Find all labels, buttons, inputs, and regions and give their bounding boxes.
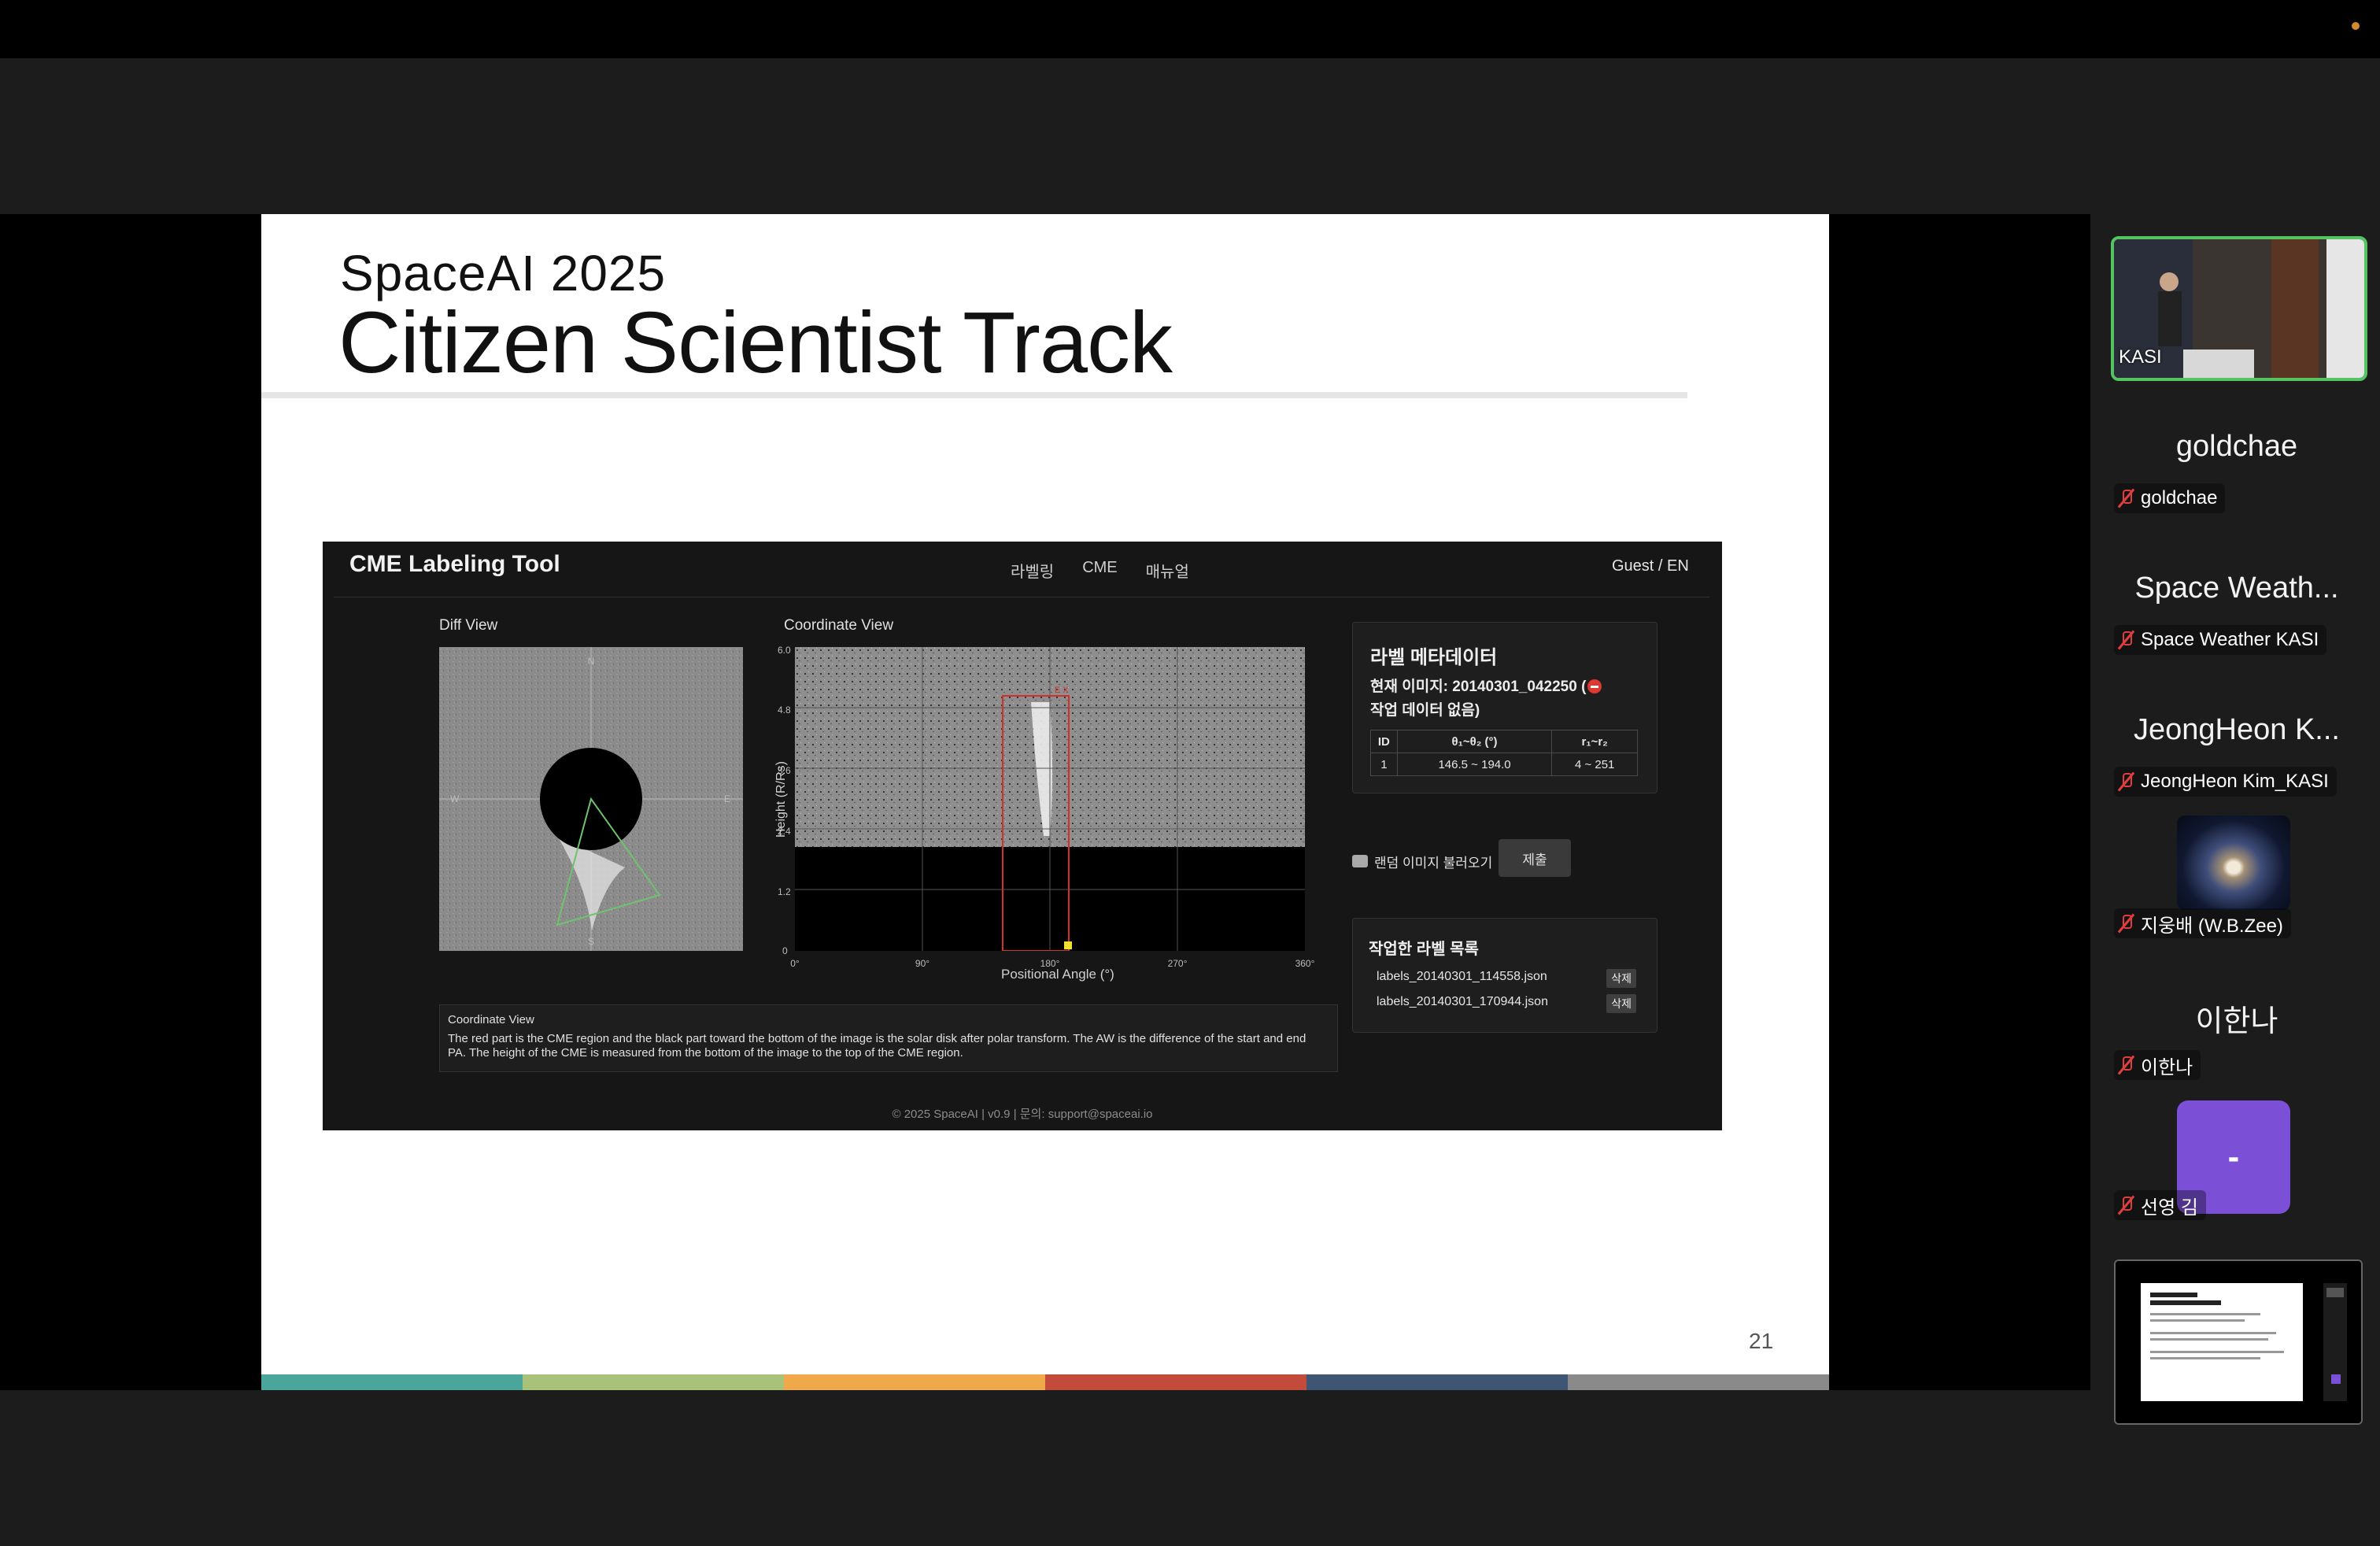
participant-tile-name[interactable]: 이한나 xyxy=(2094,997,2380,1040)
description-title: Coordinate View xyxy=(448,1013,534,1026)
participant-label: goldchae xyxy=(2114,483,2226,513)
x-tick: 90° xyxy=(915,958,929,969)
slide-page-number: 21 xyxy=(1749,1329,1774,1353)
color-band-segment xyxy=(261,1374,523,1390)
table-header: ID xyxy=(1370,730,1398,753)
x-axis-label: Positional Angle (°) xyxy=(1001,967,1114,982)
y-axis-label: Height (R/Rs) xyxy=(774,761,788,838)
window-top-bar xyxy=(0,0,2380,58)
coordinate-description: Coordinate View The red part is the CME … xyxy=(439,1004,1338,1072)
participant-name: 이한나 xyxy=(2141,1056,2193,1078)
coordinate-plot-svg: E X xyxy=(795,647,1305,951)
y-tick: 6.0 xyxy=(778,645,791,656)
participant-name: JeongHeon Kim_KASI xyxy=(2141,771,2329,792)
tool-nav: 라벨링 CME 매뉴얼 xyxy=(1011,559,1189,582)
diff-dir-e: E xyxy=(724,793,730,804)
status-dot-icon xyxy=(2352,22,2360,30)
list-item[interactable]: labels_20140301_114558.json 삭제 xyxy=(1369,967,1641,988)
color-band-segment xyxy=(784,1374,1045,1390)
delete-button[interactable]: 삭제 xyxy=(1606,994,1636,1013)
labels-list-card: 작업한 라벨 목록 labels_20140301_114558.json 삭제… xyxy=(1352,918,1658,1033)
y-tick: 4.8 xyxy=(778,705,791,716)
diff-view-label: Diff View xyxy=(439,617,498,634)
metadata-title: 라벨 메타데이터 xyxy=(1370,647,1498,668)
y-tick: 1.2 xyxy=(778,886,791,897)
mic-muted-icon xyxy=(2117,913,2134,934)
slide-title: Citizen Scientist Track xyxy=(338,294,1173,391)
list-item[interactable]: labels_20140301_170944.json 삭제 xyxy=(1369,993,1641,1013)
color-band-segment xyxy=(1045,1374,1306,1390)
no-entry-icon xyxy=(1587,679,1602,693)
participant-name: 선영 김 xyxy=(2141,1196,2198,1219)
nav-labeling[interactable]: 라벨링 xyxy=(1011,559,1054,582)
tool-footer: © 2025 SpaceAI | v0.9 | 문의: support@spac… xyxy=(892,1108,1153,1121)
presentation-slide: SpaceAI 2025 Citizen Scientist Track CME… xyxy=(261,214,1829,1390)
coordinate-view-label: Coordinate View xyxy=(784,617,894,634)
color-band-segment xyxy=(523,1374,784,1390)
mic-muted-icon xyxy=(2117,1055,2134,1075)
labels-list-title: 작업한 라벨 목록 xyxy=(1369,941,1479,958)
nav-manual[interactable]: 매뉴얼 xyxy=(1146,559,1189,582)
user-language[interactable]: Guest / EN xyxy=(1612,557,1689,575)
cme-height-handle[interactable] xyxy=(1064,941,1072,949)
color-band-segment xyxy=(1568,1374,1829,1390)
thumbnail-preview xyxy=(2116,1261,2361,1423)
mic-muted-icon xyxy=(2117,630,2134,650)
y-tick: 0 xyxy=(782,945,788,956)
work-status: 작업 데이터 없음) xyxy=(1370,702,1480,719)
x-tick: 360° xyxy=(1295,958,1315,969)
speaker-name: KASI xyxy=(2119,346,2162,368)
diff-dir-w: W xyxy=(450,793,460,804)
coordinate-view-image[interactable]: E X xyxy=(795,647,1305,951)
participant-label: 이한나 xyxy=(2114,1050,2201,1080)
description-text: The red part is the CME region and the b… xyxy=(448,1032,1306,1060)
table-header: θ₁~θ₂ (°) xyxy=(1396,730,1553,753)
participant-label: 지웅배 (W.B.Zee) xyxy=(2114,908,2291,938)
label-file-name[interactable]: labels_20140301_170944.json xyxy=(1377,995,1548,1009)
delete-button[interactable]: 삭제 xyxy=(1606,969,1636,988)
participant-avatar-galaxy[interactable] xyxy=(2177,816,2290,910)
meeting-bottom-bar xyxy=(0,1453,2380,1546)
table-cell: 146.5 ~ 194.0 xyxy=(1396,753,1553,776)
current-image: 현재 이미지: 20140301_042250 ( xyxy=(1370,675,1602,696)
table-row[interactable]: 1 146.5 ~ 194.0 4 ~ 251 xyxy=(1370,753,1638,776)
current-image-text: 현재 이미지: 20140301_042250 ( xyxy=(1370,679,1587,695)
participant-name: 지웅배 (W.B.Zee) xyxy=(2141,915,2283,937)
participant-name: Space Weather KASI xyxy=(2141,629,2319,650)
nav-cme[interactable]: CME xyxy=(1082,559,1117,582)
random-image-label: 랜덤 이미지 불러오기 xyxy=(1374,855,1493,871)
title-divider xyxy=(261,392,1687,398)
diff-dir-n: N xyxy=(588,656,595,667)
slide-color-band xyxy=(261,1374,1829,1390)
table-header: r₁~r₂ xyxy=(1551,730,1638,753)
diff-view-svg: N W E S xyxy=(439,647,743,951)
x-tick: 270° xyxy=(1168,958,1188,969)
diff-view-image[interactable]: N W E S xyxy=(439,647,743,951)
mic-muted-icon xyxy=(2117,771,2134,792)
participant-name: goldchae xyxy=(2141,487,2218,509)
table-cell: 1 xyxy=(1370,753,1398,776)
participant-label: JeongHeon Kim_KASI xyxy=(2114,767,2337,797)
image-icon xyxy=(1352,855,1368,867)
label-file-name[interactable]: labels_20140301_114558.json xyxy=(1377,970,1547,984)
screen-share-thumbnail[interactable] xyxy=(2114,1259,2363,1425)
participant-tile-name[interactable]: goldchae xyxy=(2094,430,2380,464)
participant-label: 선영 김 xyxy=(2114,1190,2206,1220)
mic-muted-icon xyxy=(2117,488,2134,509)
participant-tile-name[interactable]: Space Weath... xyxy=(2094,571,2380,605)
color-band-segment xyxy=(1306,1374,1568,1390)
mic-muted-icon xyxy=(2117,1195,2134,1215)
label-metadata-card: 라벨 메타데이터 현재 이미지: 20140301_042250 ( 작업 데이… xyxy=(1352,622,1658,793)
table-cell: 4 ~ 251 xyxy=(1551,753,1638,776)
participant-tile-name[interactable]: JeongHeon K... xyxy=(2094,713,2380,747)
diff-dir-s: S xyxy=(588,936,594,947)
submit-button[interactable]: 제출 xyxy=(1499,839,1571,877)
random-image-button[interactable]: 랜덤 이미지 불러오기 xyxy=(1352,845,1492,877)
cme-box-marker[interactable]: E X xyxy=(1055,686,1069,695)
metadata-table: ID θ₁~θ₂ (°) r₁~r₂ 1 146.5 ~ 194.0 4 ~ 2… xyxy=(1370,730,1638,776)
participant-label: Space Weather KASI xyxy=(2114,625,2327,655)
cme-labeling-tool: CME Labeling Tool 라벨링 CME 매뉴얼 Guest / EN… xyxy=(323,542,1722,1130)
x-tick: 0° xyxy=(790,958,800,969)
tool-logo: CME Labeling Tool xyxy=(349,551,560,577)
